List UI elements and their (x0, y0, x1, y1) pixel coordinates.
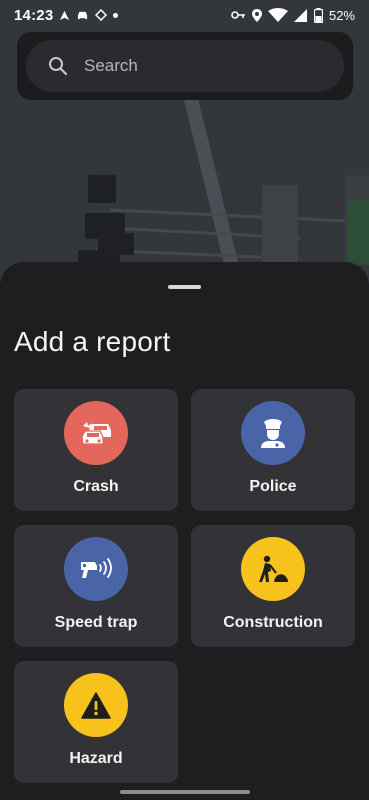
search-input[interactable]: Search (26, 40, 344, 92)
report-hazard-button[interactable]: Hazard (14, 661, 178, 783)
signal-icon (293, 8, 308, 22)
speed-trap-label: Speed trap (54, 614, 138, 631)
status-bar: 14:23 52% (0, 0, 369, 30)
battery-icon (313, 7, 323, 23)
vpn-icon (95, 9, 108, 21)
crash-icon (64, 401, 128, 465)
dot-icon (113, 12, 119, 18)
status-left: 14:23 (14, 6, 119, 24)
navigation-arrow-icon (59, 10, 70, 21)
status-time: 14:23 (14, 6, 54, 24)
crash-label: Crash (73, 478, 119, 495)
police-label: Police (249, 478, 297, 495)
key-icon (231, 10, 246, 20)
speed-trap-icon (64, 537, 128, 601)
car-icon (76, 10, 89, 21)
sheet-drag-handle[interactable] (168, 285, 201, 289)
search-container: Search (17, 32, 353, 100)
construction-label: Construction (223, 614, 323, 631)
report-crash-button[interactable]: Crash (14, 389, 178, 511)
report-construction-button[interactable]: Construction (191, 525, 355, 647)
battery-percentage: 52% (328, 7, 355, 23)
home-indicator[interactable] (120, 790, 250, 794)
police-icon (241, 401, 305, 465)
location-icon (251, 8, 262, 22)
search-icon (48, 56, 68, 76)
report-speed-trap-button[interactable]: Speed trap (14, 525, 178, 647)
hazard-label: Hazard (69, 750, 123, 767)
sheet-title: Add a report (14, 326, 171, 357)
status-right: 52% (231, 7, 355, 23)
report-police-button[interactable]: Police (191, 389, 355, 511)
hazard-icon (64, 673, 128, 737)
search-placeholder: Search (84, 56, 138, 75)
report-sheet: Add a report Crash Police Speed trap Con… (0, 262, 369, 800)
wifi-icon (267, 8, 288, 22)
construction-icon (241, 537, 305, 601)
